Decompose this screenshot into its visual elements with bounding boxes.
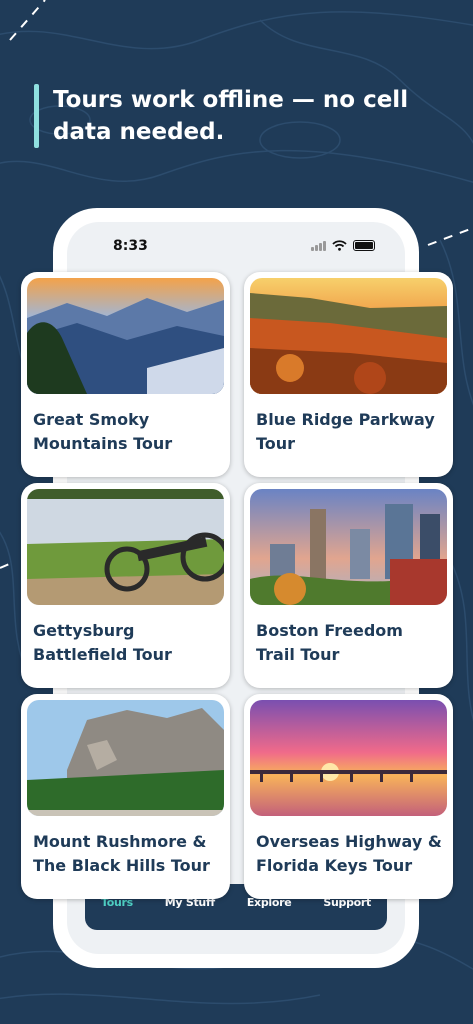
tour-image-overseas-highway [250, 700, 447, 816]
headline-block: Tours work offline — no cell data needed… [34, 84, 434, 148]
tour-card-overseas-highway[interactable]: Overseas Highway & Florida Keys Tour [244, 694, 453, 899]
tour-image-great-smoky [27, 278, 224, 394]
tour-card-blue-ridge[interactable]: Blue Ridge Parkway Tour [244, 272, 453, 477]
tour-image-gettysburg [27, 489, 224, 605]
tour-image-mount-rushmore [27, 700, 224, 816]
tour-title: Gettysburg Battlefield Tour [33, 621, 172, 664]
headline: Tours work offline — no cell data needed… [53, 87, 409, 145]
tour-card-great-smoky[interactable]: Great Smoky Mountains Tour [21, 272, 230, 477]
status-icons [311, 240, 375, 251]
tour-card-gettysburg[interactable]: Gettysburg Battlefield Tour [21, 483, 230, 688]
tour-card-mount-rushmore[interactable]: Mount Rushmore & The Black Hills Tour [21, 694, 230, 899]
tour-title: Overseas Highway & Florida Keys Tour [256, 832, 442, 875]
headline-accent-bar [34, 84, 39, 148]
tour-title: Mount Rushmore & The Black Hills Tour [33, 832, 210, 875]
tour-title: Blue Ridge Parkway Tour [256, 410, 435, 453]
tour-card-boston[interactable]: Boston Freedom Trail Tour [244, 483, 453, 688]
tour-image-boston [250, 489, 447, 605]
tour-title: Boston Freedom Trail Tour [256, 621, 403, 664]
cellular-signal-icon [311, 240, 326, 251]
wifi-icon [332, 240, 347, 251]
status-time: 8:33 [113, 238, 148, 254]
battery-icon [353, 240, 375, 251]
tour-title: Great Smoky Mountains Tour [33, 410, 173, 453]
tour-image-blue-ridge [250, 278, 447, 394]
